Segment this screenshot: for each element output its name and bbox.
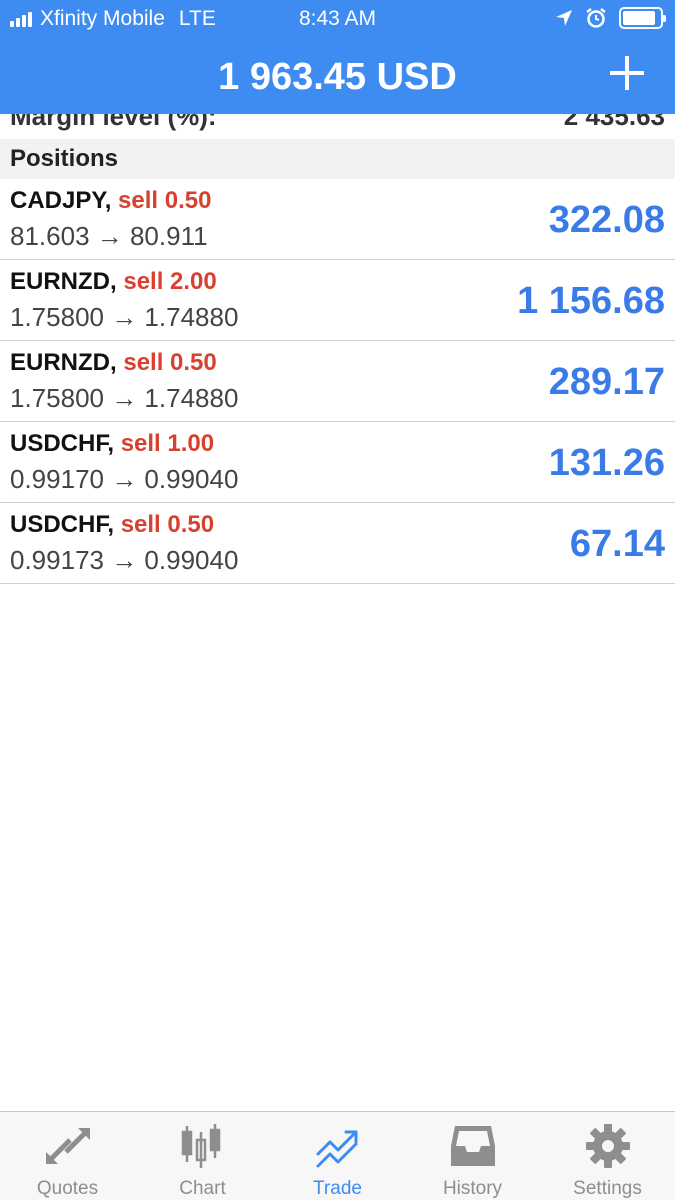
position-prices: 0.99173 → 0.99040 (10, 545, 239, 575)
tab-chart-label: Chart (179, 1178, 226, 1199)
position-row[interactable]: EURNZD, sell 0.50 1.75800 → 1.74880 289.… (0, 341, 675, 422)
location-arrow-icon (556, 10, 572, 26)
position-profit: 1 156.68 (517, 280, 665, 322)
position-row[interactable]: CADJPY, sell 0.50 81.603 → 80.911 322.08 (0, 179, 675, 260)
position-profit: 131.26 (548, 442, 665, 484)
position-row[interactable]: USDCHF, sell 1.00 0.99170 → 0.99040 131.… (0, 422, 675, 503)
tab-trade[interactable]: Trade (270, 1112, 405, 1200)
position-profit: 67.14 (569, 523, 665, 565)
status-bar: Xfinity Mobile LTE 8:43 AM (0, 0, 675, 40)
position-row[interactable]: EURNZD, sell 2.00 1.75800 → 1.74880 1 15… (0, 260, 675, 341)
quotes-icon (45, 1128, 90, 1164)
position-side: sell 1.00 (120, 430, 215, 457)
position-side: sell 0.50 (123, 349, 217, 376)
account-balance-title: 1 963.45 USD (218, 56, 457, 98)
tab-settings-label: Settings (573, 1178, 642, 1199)
alarm-icon (586, 8, 606, 28)
position-profit: 322.08 (548, 199, 665, 241)
battery-icon (619, 7, 666, 29)
position-side: sell 2.00 (123, 268, 217, 295)
position-side: sell 0.50 (120, 511, 215, 538)
tab-chart[interactable]: Chart (135, 1112, 270, 1200)
position-row[interactable]: USDCHF, sell 0.50 0.99173 → 0.99040 67.1… (0, 503, 675, 584)
add-order-button[interactable] (607, 54, 647, 94)
tab-history[interactable]: History (405, 1112, 540, 1200)
tab-trade-label: Trade (313, 1178, 362, 1199)
tab-history-label: History (442, 1178, 503, 1199)
margin-level-row: Margin level (%): 2 435.63 (0, 114, 675, 139)
position-prices: 0.99170 → 0.99040 (10, 464, 239, 494)
status-right (555, 7, 666, 29)
position-prices: 1.75800 → 1.74880 (10, 383, 239, 413)
tab-bar: Quotes Chart Trade History Settings (0, 1111, 675, 1200)
tab-settings[interactable]: Settings (540, 1112, 675, 1200)
position-prices: 81.603 → 80.911 (10, 221, 208, 251)
positions-section-header: Positions (0, 139, 675, 179)
position-side: sell 0.50 (118, 187, 212, 214)
position-symbol: EURNZD, (10, 349, 117, 376)
trade-icon (316, 1130, 357, 1168)
tab-quotes-label: Quotes (36, 1178, 99, 1199)
positions-list: CADJPY, sell 0.50 81.603 → 80.911 322.08… (0, 179, 675, 584)
nav-bar: 1 963.45 USD (0, 40, 675, 114)
position-symbol: EURNZD, (10, 268, 117, 295)
settings-icon (585, 1124, 630, 1168)
position-symbol: USDCHF, (10, 511, 115, 538)
margin-level-value: 2 435.63 (563, 114, 665, 131)
position-symbol: CADJPY, (10, 187, 112, 214)
tab-quotes[interactable]: Quotes (0, 1112, 135, 1200)
chart-icon (181, 1124, 220, 1168)
position-profit: 289.17 (548, 361, 665, 403)
position-prices: 1.75800 → 1.74880 (10, 302, 239, 332)
history-icon (450, 1126, 495, 1166)
margin-level-label: Margin level (%): (10, 114, 217, 131)
position-symbol: USDCHF, (10, 430, 115, 457)
